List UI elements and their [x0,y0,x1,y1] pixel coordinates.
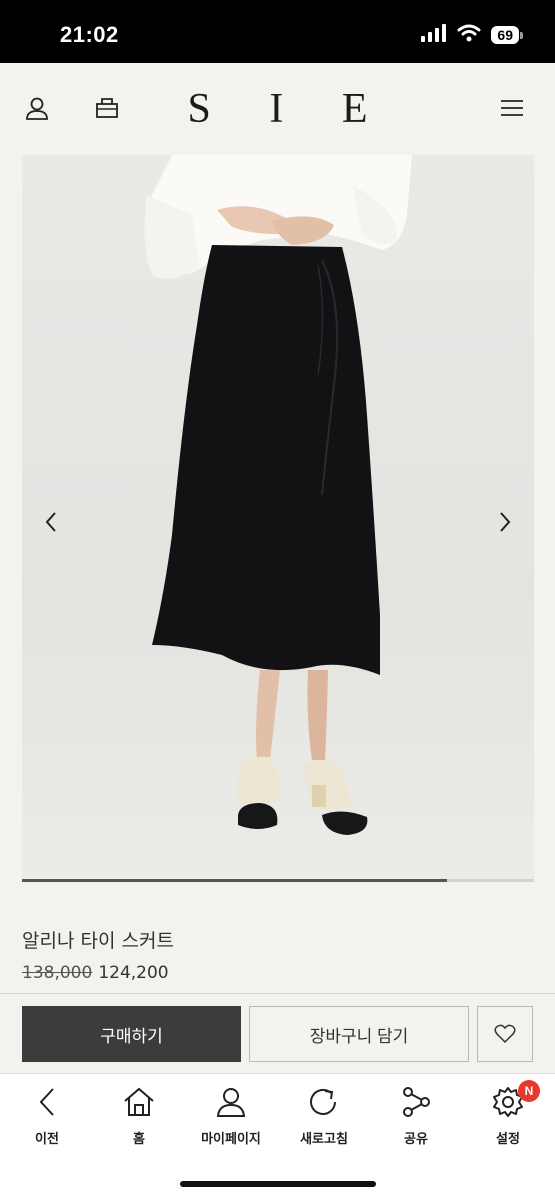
share-icon [398,1084,434,1120]
gallery-progress-fill [22,879,447,882]
nav-label: 설정 [496,1132,520,1147]
chevron-right-icon [500,512,511,532]
nav-settings[interactable]: N 설정 [463,1080,553,1147]
notification-badge: N [518,1080,540,1102]
chevron-left-icon [45,512,56,532]
wishlist-button[interactable] [477,1006,533,1062]
back-icon [29,1084,65,1120]
nav-refresh[interactable]: 새로고침 [279,1084,369,1147]
heart-icon [494,1024,516,1044]
gallery-progress [22,879,534,882]
nav-share[interactable]: 공유 [371,1084,461,1147]
prev-slide-button[interactable] [38,507,64,537]
home-icon [121,1084,157,1120]
nav-label: 새로고침 [300,1132,348,1147]
next-slide-button[interactable] [492,507,518,537]
nav-label: 공유 [404,1132,428,1147]
signal-icon [421,24,447,46]
status-bar: 21:02 69 [0,0,555,63]
wifi-icon [457,24,481,46]
purchase-action-bar: 구매하기 장바구니 담기 [0,993,555,1073]
bottom-navigation: 이전 홈 마이페이지 새로고침 공유 N 설정 [0,1073,555,1200]
site-header: S I E [0,63,555,153]
product-photo [144,155,412,835]
add-to-cart-button[interactable]: 장바구니 담기 [249,1006,469,1062]
home-indicator [180,1181,376,1187]
refresh-icon [306,1084,342,1120]
status-time: 21:02 [60,22,119,47]
nav-label: 마이페이지 [201,1132,261,1147]
nav-mypage[interactable]: 마이페이지 [186,1084,276,1147]
nav-back[interactable]: 이전 [2,1084,92,1147]
menu-icon[interactable] [497,93,527,123]
brand-logo[interactable]: S I E [0,85,555,133]
person-icon [213,1084,249,1120]
status-icons: 69 [421,24,523,46]
product-image-gallery[interactable] [22,155,534,882]
battery-indicator: 69 [491,26,523,44]
price-row: 138,000 124,200 [22,963,169,983]
sale-price: 124,200 [98,963,169,983]
nav-label: 이전 [35,1132,59,1147]
nav-label: 홈 [133,1132,145,1147]
settings-icon: N [490,1080,540,1120]
product-name: 알리나 타이 스커트 [22,930,174,952]
buy-button[interactable]: 구매하기 [22,1006,241,1062]
nav-home[interactable]: 홈 [94,1084,184,1147]
original-price: 138,000 [22,963,93,983]
